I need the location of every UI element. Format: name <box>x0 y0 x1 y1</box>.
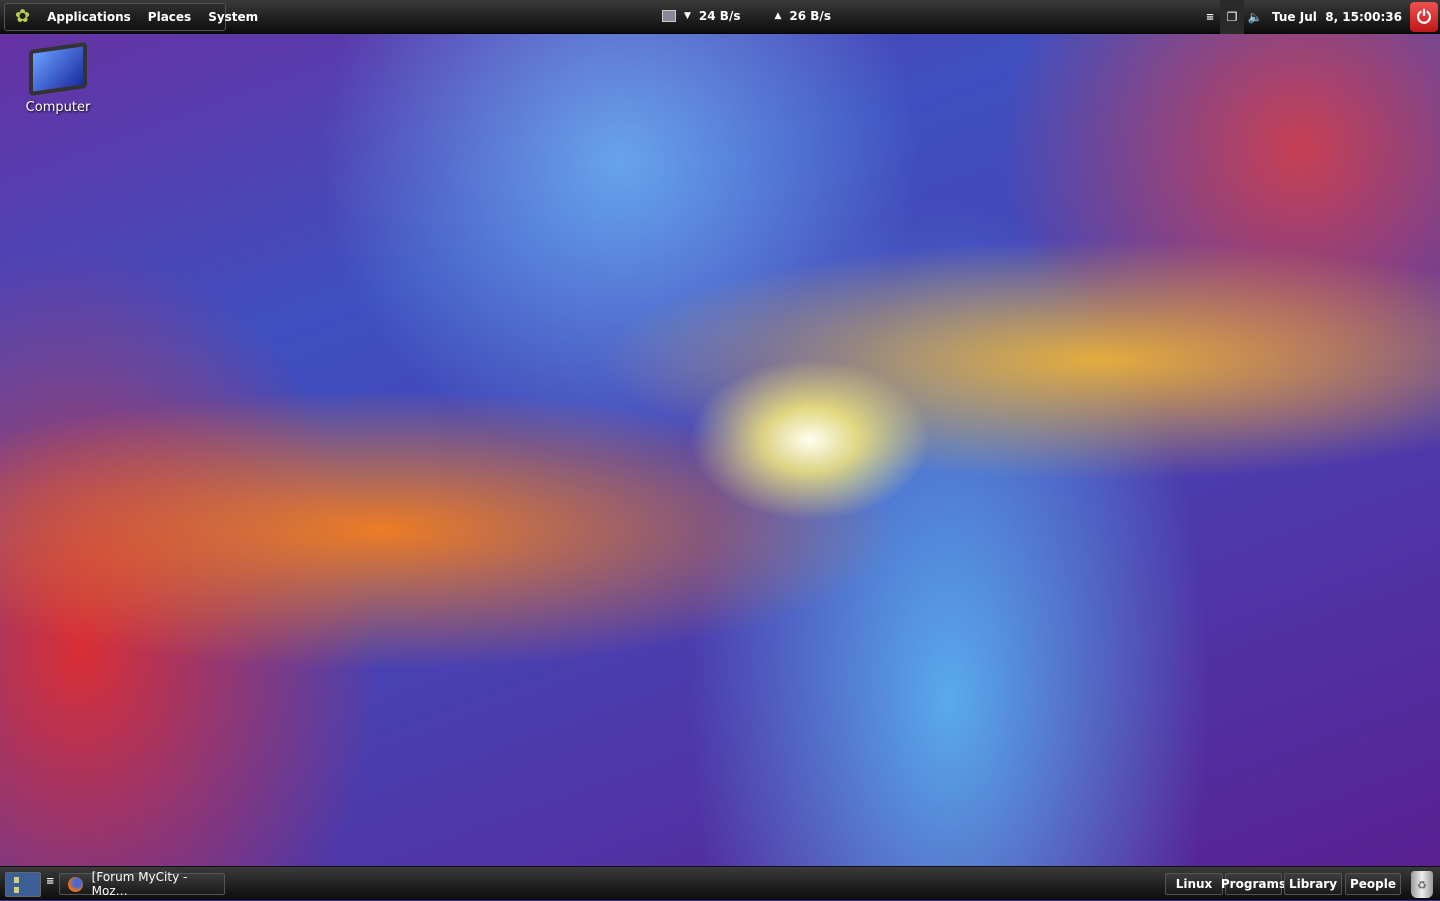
computer-label: Computer <box>25 100 91 115</box>
menu-system[interactable]: System <box>208 10 258 24</box>
launcher-label: People <box>1349 877 1397 891</box>
net-up-rate: 26 B/s <box>789 9 831 23</box>
taskbar-item-firefox[interactable]: [Forum MyCity - Moz… <box>59 870 225 898</box>
download-arrow-icon: ▼ <box>684 11 691 21</box>
taskbar-item-label: [Forum MyCity - Moz… <box>91 870 188 898</box>
power-button[interactable]: ⏻ <box>1410 2 1438 32</box>
workspace-window-icon <box>14 877 19 893</box>
launcher-linux[interactable]: Linux <box>1165 873 1223 895</box>
menu-applications[interactable]: Applications <box>47 10 131 24</box>
show-desktop-icon[interactable]: ❐ <box>1220 0 1245 34</box>
upload-arrow-icon: ▲ <box>774 11 782 21</box>
menu-handle-icon[interactable]: ≡ <box>1200 12 1220 23</box>
net-down-rate: 24 B/s <box>698 9 741 23</box>
panel-handle-icon[interactable]: ≡ <box>46 876 54 887</box>
workspace-switcher[interactable] <box>5 872 41 897</box>
launcher-library[interactable]: Library <box>1284 873 1342 895</box>
menu-places[interactable]: Places <box>148 10 191 24</box>
launcher-programs[interactable]: Programs <box>1221 873 1286 895</box>
trash-icon[interactable]: ♻ <box>1411 871 1433 898</box>
clock[interactable]: Tue Jul 8, 15:00:36 <box>1266 10 1410 24</box>
power-icon: ⏻ <box>1416 6 1432 28</box>
top-panel: ✿ Applications Places System ▼ 24 B/s ▲ … <box>0 0 1440 34</box>
launcher-label: Library <box>1288 877 1338 891</box>
network-monitor[interactable]: ▼ 24 B/s ▲ 26 B/s <box>662 9 831 23</box>
launcher-label: Programs <box>1220 877 1287 891</box>
gnome-foot-icon[interactable]: ✿ <box>15 7 30 27</box>
firefox-icon <box>68 876 83 892</box>
launcher-label: Linux <box>1175 877 1213 891</box>
network-icon <box>662 10 676 22</box>
bottom-panel: ≡ [Forum MyCity - Moz… Linux Programs Li… <box>0 866 1440 900</box>
desktop-wallpaper <box>0 0 1440 900</box>
computer-icon <box>29 41 87 97</box>
desktop-icon-computer[interactable]: Computer <box>14 41 102 115</box>
launcher-people[interactable]: People <box>1345 873 1401 895</box>
volume-icon[interactable]: 🔈 <box>1244 10 1266 24</box>
main-menu: ✿ Applications Places System <box>4 3 258 31</box>
